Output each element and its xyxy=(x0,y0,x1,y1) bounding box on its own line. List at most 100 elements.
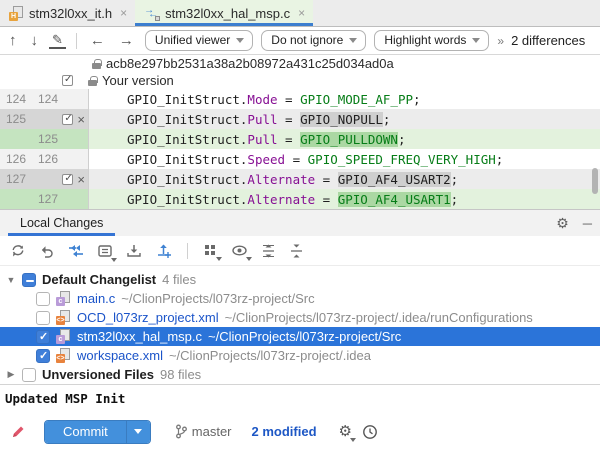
line-number-left: 124 xyxy=(6,92,30,106)
include-chunk-checkbox[interactable] xyxy=(62,114,73,125)
unversioned-count: 98 files xyxy=(160,367,201,382)
code-line[interactable]: GPIO_InitStruct.Mode = GPIO_MODE_AF_PP; xyxy=(89,89,600,109)
unversioned-name: Unversioned Files xyxy=(42,367,154,382)
tab-local-changes[interactable]: Local Changes xyxy=(8,210,115,236)
collapse-all-icon[interactable] xyxy=(289,243,304,259)
line-number-left: 125 xyxy=(6,112,30,126)
previous-difference-icon[interactable]: ↑ xyxy=(6,32,20,49)
chevron-expanded-icon[interactable]: ▼ xyxy=(6,275,16,285)
diff-toolbar: ↑ ↓ ✎ ← → Unified viewer Do not ignore H… xyxy=(0,27,600,55)
file-checkbox[interactable] xyxy=(36,330,50,344)
diff-line-unchanged: 124 124 GPIO_InitStruct.Mode = GPIO_MODE… xyxy=(0,89,600,109)
revision-hash: acb8e297bb2531a38a2b08972a431c25d034ad0a xyxy=(106,56,394,71)
changelist-details-icon[interactable] xyxy=(97,243,113,259)
close-icon[interactable]: × xyxy=(120,6,127,20)
edit-commit-message-icon[interactable] xyxy=(10,424,26,440)
code-field: Pull xyxy=(247,112,277,127)
code-line[interactable]: GPIO_InitStruct.Pull = GPIO_NOPULL; xyxy=(89,109,600,129)
refresh-icon[interactable] xyxy=(10,243,26,259)
expand-all-icon[interactable] xyxy=(261,243,276,259)
code-operator: = xyxy=(285,152,308,167)
git-branch-icon xyxy=(175,424,187,439)
unversioned-files-row[interactable]: ▶ Unversioned Files 98 files xyxy=(0,365,600,384)
code-semicolon: ; xyxy=(383,112,391,127)
commit-message-editor[interactable]: Updated MSP Init xyxy=(0,384,600,414)
exclude-chunk-icon[interactable]: × xyxy=(77,112,85,127)
file-checkbox[interactable] xyxy=(36,292,50,306)
modified-count-link[interactable]: 2 modified xyxy=(252,424,317,439)
settings-gear-icon[interactable]: ⚙ xyxy=(556,216,569,230)
local-changes-label: Local Changes xyxy=(20,216,103,230)
code-line[interactable]: GPIO_InitStruct.Speed = GPIO_SPEED_FREQ_… xyxy=(89,149,600,169)
toolbar-divider xyxy=(76,33,77,49)
include-chunk-checkbox[interactable] xyxy=(62,174,73,185)
code-line[interactable]: GPIO_InitStruct.Alternate = GPIO_AF4_USA… xyxy=(89,189,600,209)
commit-settings-gear-icon[interactable]: ⚙ xyxy=(339,424,352,439)
commit-button-label: Commit xyxy=(63,424,108,439)
viewer-mode-select[interactable]: Unified viewer xyxy=(145,30,253,51)
file-row-workspace-xml[interactable]: <> workspace.xml ~/ClionProjects/l073rz-… xyxy=(0,346,600,365)
diff-line-removed: 125 × GPIO_InitStruct.Pull = GPIO_NOPULL… xyxy=(0,109,600,129)
back-icon[interactable]: ← xyxy=(87,32,108,49)
local-changes-toolbar xyxy=(0,236,600,266)
code-semicolon: ; xyxy=(398,132,406,147)
exclude-chunk-icon[interactable]: × xyxy=(77,172,85,187)
file-row-main-c[interactable]: c main.c ~/ClionProjects/l073rz-project/… xyxy=(0,289,600,308)
changelist-checkbox[interactable] xyxy=(22,273,36,287)
lock-icon xyxy=(92,59,101,69)
chevron-collapsed-icon[interactable]: ▶ xyxy=(6,369,16,380)
highlight-mode-select[interactable]: Highlight words xyxy=(374,30,489,51)
chevron-down-icon xyxy=(472,38,480,43)
file-name: OCD_l073rz_project.xml xyxy=(77,310,219,325)
next-difference-icon[interactable]: ↓ xyxy=(28,32,42,49)
shelve-icon[interactable] xyxy=(126,243,142,259)
commit-options-dropdown[interactable] xyxy=(126,421,150,443)
whitespace-ignore-select[interactable]: Do not ignore xyxy=(261,30,366,51)
file-path: ~/ClionProjects/l073rz-project/Src xyxy=(121,291,314,306)
preview-diff-icon[interactable] xyxy=(231,243,248,258)
rollback-icon[interactable] xyxy=(39,243,55,259)
changelist-row[interactable]: ▼ Default Changelist 4 files xyxy=(0,270,600,289)
code-operator: = xyxy=(278,132,301,147)
toolbar-divider xyxy=(187,243,188,259)
changelist-name: Default Changelist xyxy=(42,272,156,287)
branch-name: master xyxy=(192,424,232,439)
forward-icon[interactable]: → xyxy=(116,32,137,49)
code-line[interactable]: GPIO_InitStruct.Pull = GPIO_PULLDOWN; xyxy=(89,129,600,149)
gutter: 127 × xyxy=(0,169,89,189)
file-checkbox[interactable] xyxy=(36,311,50,325)
gutter: 127 xyxy=(0,189,89,209)
show-diff-icon[interactable] xyxy=(68,243,84,259)
unversioned-checkbox[interactable] xyxy=(22,368,36,382)
tab-stm32l0xx-hal-msp-c[interactable]: →← stm32l0xx_hal_msp.c × xyxy=(135,0,313,26)
code-line[interactable]: GPIO_InitStruct.Alternate = GPIO_AF4_USA… xyxy=(89,169,600,189)
highlight-mode-value: Highlight words xyxy=(384,33,466,47)
jump-to-source-icon[interactable]: ✎ xyxy=(49,32,66,49)
code-changed-word: GPIO_AF4_USART2 xyxy=(338,172,451,187)
group-by-icon[interactable] xyxy=(203,243,218,258)
close-icon[interactable]: × xyxy=(298,6,305,20)
hide-panel-icon[interactable]: ─ xyxy=(583,216,592,231)
include-change-checkbox[interactable] xyxy=(62,75,73,86)
code-object: GPIO_InitStruct. xyxy=(127,172,247,187)
file-row-stm32-hal-msp[interactable]: c stm32l0xx_hal_msp.c ~/ClionProjects/l0… xyxy=(0,327,600,346)
branch-widget[interactable]: master xyxy=(175,424,232,439)
file-row-ocd-xml[interactable]: <> OCD_l073rz_project.xml ~/ClionProject… xyxy=(0,308,600,327)
commit-button[interactable]: Commit xyxy=(45,421,126,443)
toolbar-overflow-icon[interactable]: » xyxy=(497,34,503,48)
chevron-down-icon xyxy=(134,429,142,434)
diff-line-unchanged: 126 126 GPIO_InitStruct.Speed = GPIO_SPE… xyxy=(0,149,600,169)
file-path: ~/ClionProjects/l073rz-project/Src xyxy=(208,329,401,344)
tab-stm32l0xx-it-h[interactable]: H stm32l0xx_it.h × xyxy=(0,0,135,26)
move-changes-icon[interactable] xyxy=(155,243,172,259)
xml-file-icon: <> xyxy=(56,310,71,325)
code-semicolon: ; xyxy=(496,152,504,167)
differences-count: 2 differences xyxy=(511,33,585,48)
scrollbar-thumb[interactable] xyxy=(592,168,598,194)
code-semicolon: ; xyxy=(413,92,421,107)
file-checkbox[interactable] xyxy=(36,349,50,363)
code-field: Mode xyxy=(247,92,277,107)
diff-line-added: 125 GPIO_InitStruct.Pull = GPIO_PULLDOWN… xyxy=(0,129,600,149)
header-file-icon: H xyxy=(9,6,24,21)
history-clock-icon[interactable] xyxy=(362,424,378,440)
